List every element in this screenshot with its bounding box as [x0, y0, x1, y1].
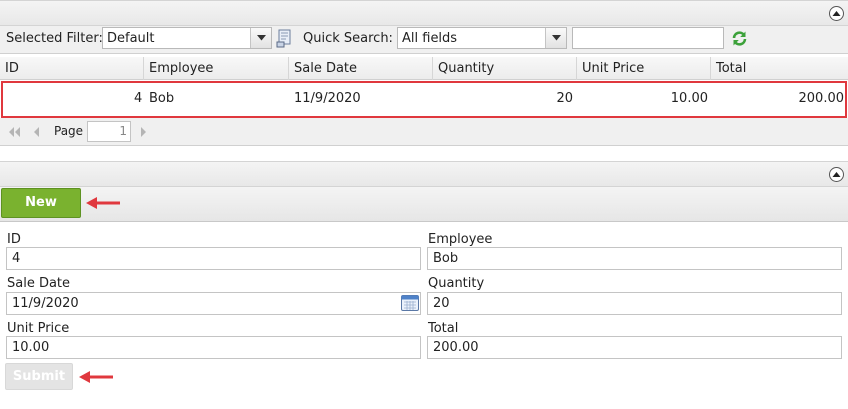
quantity-label: Quantity [428, 276, 485, 291]
employee-label: Employee [428, 232, 493, 247]
collapse-icon[interactable] [829, 167, 844, 182]
filter-toolbar: Selected Filter: Default Quick Search: A… [0, 26, 848, 54]
next-page-icon[interactable] [139, 126, 147, 141]
first-page-icon[interactable] [8, 126, 22, 141]
clear-filter-icon[interactable] [276, 29, 294, 52]
previous-page-icon[interactable] [33, 126, 41, 141]
search-field-value: All fields [402, 31, 458, 46]
page-number-input[interactable]: 1 [87, 121, 131, 142]
dropdown-arrow-icon[interactable] [545, 28, 566, 48]
filter-select[interactable]: Default [102, 27, 272, 49]
form-toolbar: New Order [0, 187, 848, 238]
dropdown-arrow-icon[interactable] [250, 28, 271, 48]
selected-row-highlight [1, 81, 847, 118]
annotation-arrow-icon [85, 196, 121, 214]
column-header-unit-price[interactable]: Unit Price [577, 57, 711, 80]
annotation-arrow-icon [78, 370, 114, 388]
column-header-sale-date[interactable]: Sale Date [289, 57, 433, 80]
collapse-icon[interactable] [829, 6, 844, 21]
column-header-total[interactable]: Total [711, 57, 848, 80]
total-label: Total [428, 321, 459, 336]
column-header-employee[interactable]: Employee [144, 57, 289, 80]
calendar-icon[interactable] [400, 293, 420, 313]
unit-price-field[interactable]: 10.00 [6, 336, 421, 359]
search-field-select[interactable]: All fields [397, 27, 567, 49]
sale-date-field[interactable]: 11/9/2020 [6, 292, 421, 315]
id-field[interactable]: 4 [6, 247, 421, 270]
page-label: Page [54, 124, 84, 138]
filter-select-value: Default [107, 31, 155, 46]
sale-date-label: Sale Date [7, 276, 71, 291]
quick-search-input[interactable] [572, 27, 724, 49]
total-field[interactable]: 200.00 [427, 336, 842, 359]
grid-header: ID Employee Sale Date Quantity Unit Pric… [0, 57, 848, 80]
unit-price-label: Unit Price [7, 321, 70, 336]
column-header-quantity[interactable]: Quantity [433, 57, 577, 80]
column-header-id[interactable]: ID [0, 57, 144, 80]
quantity-field[interactable]: 20 [427, 292, 842, 315]
selected-filter-label: Selected Filter: [6, 31, 103, 46]
submit-button[interactable]: Submit [5, 363, 73, 390]
form-panel-header [0, 161, 848, 187]
refresh-icon[interactable] [731, 30, 748, 51]
quick-search-label: Quick Search: [303, 31, 393, 46]
pager: Page 1 [0, 118, 848, 146]
employee-field[interactable]: Bob [427, 247, 842, 270]
grid-panel-header [0, 0, 848, 26]
id-label: ID [7, 232, 21, 247]
new-order-button[interactable]: New Order [1, 188, 81, 238]
